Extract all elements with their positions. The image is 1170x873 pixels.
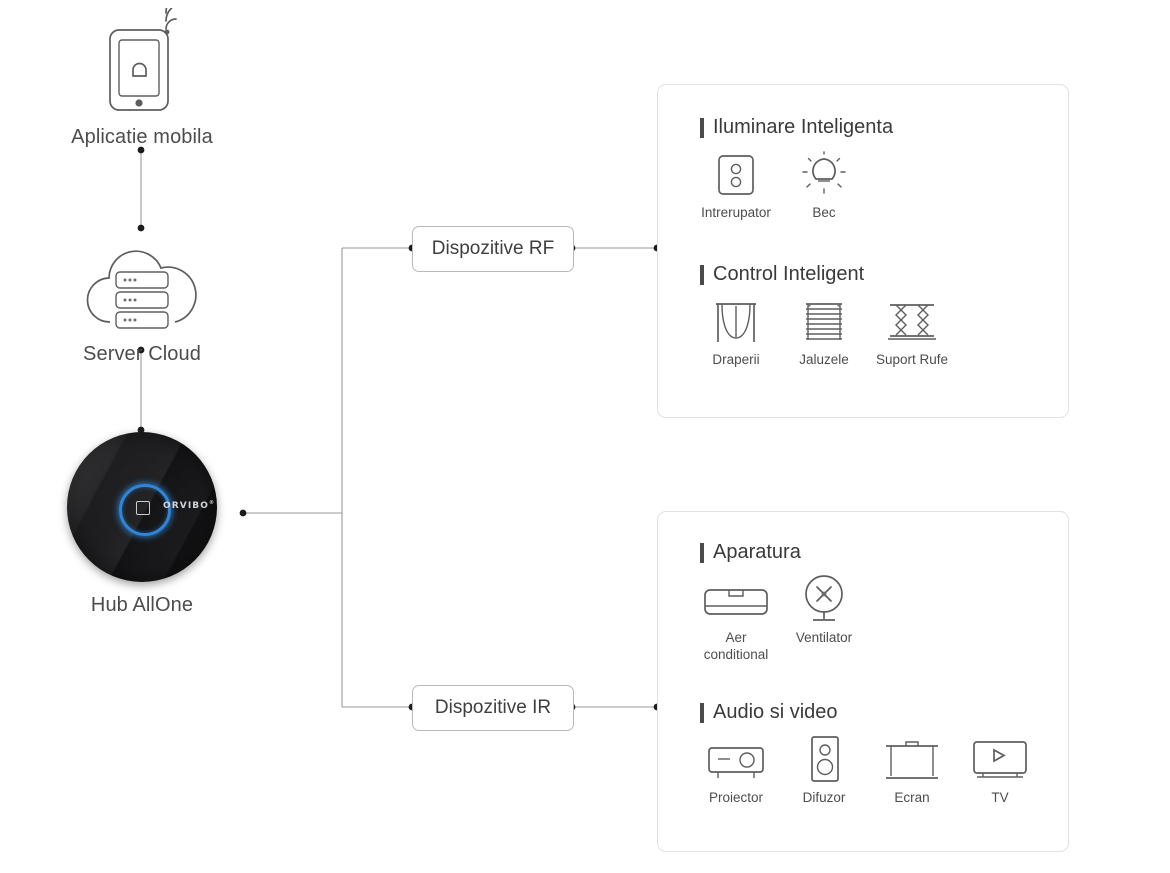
projection-screen-icon bbox=[882, 732, 942, 784]
icon-row-control: Draperii Jaluzele Suport Rufe bbox=[692, 294, 956, 369]
diagram-canvas: Aplicatie mobila Server Cloud ORVIBO® Hu… bbox=[0, 0, 1170, 873]
node-server-cloud: Server Cloud bbox=[27, 240, 257, 366]
hub-brand-label: ORVIBO® bbox=[163, 500, 216, 511]
icon-row-iluminare: Intrerupator Bec bbox=[692, 147, 868, 222]
device-item-bec[interactable]: Bec bbox=[780, 147, 868, 222]
section-heading-text: Audio si video bbox=[713, 701, 838, 723]
section-heading-audio-video: Audio si video bbox=[700, 701, 838, 724]
node-label-server-cloud: Server Cloud bbox=[83, 343, 201, 365]
speaker-icon bbox=[802, 732, 846, 784]
accent-bar-icon bbox=[700, 264, 704, 285]
midbox-label-ir: Dispozitive IR bbox=[434, 697, 552, 718]
section-heading-iluminare: Iluminare Inteligenta bbox=[700, 116, 893, 139]
device-label: Proiector bbox=[708, 790, 764, 805]
laundry-rack-icon bbox=[884, 294, 940, 346]
device-label: Bec bbox=[812, 205, 836, 220]
midbox-dispozitive-ir[interactable]: Dispozitive IR bbox=[412, 685, 574, 731]
midbox-dispozitive-rf[interactable]: Dispozitive RF bbox=[412, 226, 574, 272]
device-label: Difuzor bbox=[802, 790, 846, 805]
device-label-line1: Aer bbox=[725, 630, 747, 645]
device-item-tv[interactable]: TV bbox=[956, 732, 1044, 807]
cloud-server-icon bbox=[77, 240, 207, 337]
section-heading-text: Control Inteligent bbox=[713, 263, 865, 285]
device-label-line2: conditional bbox=[703, 646, 769, 662]
light-bulb-icon bbox=[798, 147, 850, 199]
node-label-mobile-app: Aplicatie mobila bbox=[71, 126, 213, 148]
hub-button-icon bbox=[136, 501, 150, 515]
accent-bar-icon bbox=[700, 117, 704, 138]
curtains-icon bbox=[710, 294, 762, 346]
device-item-ecran[interactable]: Ecran bbox=[868, 732, 956, 807]
device-label: Intrerupator bbox=[701, 205, 771, 220]
icon-row-audio-video: Proiector Difuzor Ecran TV bbox=[692, 732, 1044, 807]
accent-bar-icon bbox=[700, 702, 704, 723]
device-label: Draperii bbox=[712, 352, 760, 367]
projector-icon bbox=[704, 732, 768, 784]
node-mobile-app: Aplicatie mobila bbox=[27, 0, 257, 149]
node-hub-allone: ORVIBO® Hub AllOne bbox=[27, 432, 257, 617]
accent-bar-icon bbox=[700, 542, 704, 563]
section-heading-control: Control Inteligent bbox=[700, 263, 864, 286]
device-label: Jaluzele bbox=[799, 352, 849, 367]
smartphone-wifi-icon bbox=[92, 0, 192, 118]
icon-row-aparatura: Aer conditional Ventilator bbox=[692, 572, 868, 663]
section-heading-aparatura: Aparatura bbox=[700, 541, 801, 564]
node-label-hub-allone: Hub AllOne bbox=[90, 594, 194, 616]
air-conditioner-icon bbox=[700, 572, 772, 624]
device-item-ventilator[interactable]: Ventilator bbox=[780, 572, 868, 647]
television-icon bbox=[969, 732, 1031, 784]
section-heading-text: Aparatura bbox=[713, 541, 801, 563]
panel-ir-devices: Aparatura Aer conditional Ventilator Aud… bbox=[657, 511, 1069, 852]
device-item-difuzor[interactable]: Difuzor bbox=[780, 732, 868, 807]
device-item-intrerupator[interactable]: Intrerupator bbox=[692, 147, 780, 222]
wall-switch-icon bbox=[712, 147, 760, 199]
device-label: Ecran bbox=[894, 790, 930, 805]
device-label: TV bbox=[991, 790, 1009, 805]
device-item-suport-rufe[interactable]: Suport Rufe bbox=[868, 294, 956, 369]
midbox-label-rf: Dispozitive RF bbox=[431, 238, 555, 259]
device-label: Ventilator bbox=[795, 630, 853, 645]
blinds-icon bbox=[798, 294, 850, 346]
device-item-draperii[interactable]: Draperii bbox=[692, 294, 780, 369]
device-item-aer-conditional[interactable]: Aer conditional bbox=[692, 572, 780, 663]
device-label: Aer conditional bbox=[704, 630, 769, 663]
device-item-jaluzele[interactable]: Jaluzele bbox=[780, 294, 868, 369]
section-heading-text: Iluminare Inteligenta bbox=[713, 116, 894, 138]
hub-device-icon: ORVIBO® bbox=[67, 432, 217, 582]
device-label: Suport Rufe bbox=[875, 352, 949, 367]
device-item-proiector[interactable]: Proiector bbox=[692, 732, 780, 807]
fan-icon bbox=[797, 572, 851, 624]
wire-dot bbox=[137, 224, 145, 232]
panel-rf-devices: Iluminare Inteligenta Intrerupator Bec C… bbox=[657, 84, 1069, 418]
